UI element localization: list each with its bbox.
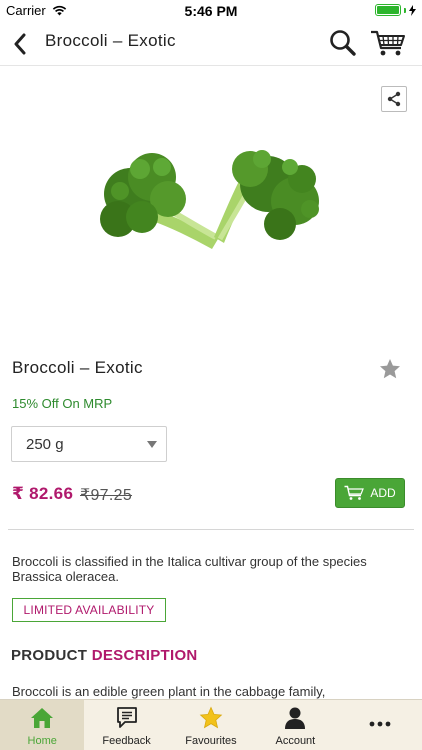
search-button[interactable] (328, 28, 358, 58)
tab-favourites[interactable]: Favourites (169, 700, 253, 750)
more-icon (367, 712, 393, 736)
tab-feedback[interactable]: Feedback (84, 700, 168, 750)
add-button-label: ADD (370, 486, 396, 500)
share-button[interactable] (381, 86, 407, 112)
status-right (375, 4, 416, 16)
charging-bolt-icon (409, 4, 416, 16)
favourite-button[interactable] (378, 357, 402, 381)
feedback-icon (114, 706, 140, 730)
selling-price: ₹ 82.66 (12, 484, 74, 503)
section-title-part1: PRODUCT (11, 647, 92, 664)
account-icon (282, 706, 308, 730)
back-chevron-icon (14, 33, 26, 55)
divider (8, 529, 414, 530)
cart-button[interactable] (370, 28, 406, 58)
tab-home-label: Home (27, 735, 57, 747)
battery-icon (375, 4, 401, 16)
section-title: PRODUCT DESCRIPTION (11, 647, 198, 664)
product-image-area (0, 67, 422, 337)
status-bar: Carrier 5:46 PM (0, 0, 422, 22)
add-to-cart-button[interactable]: ADD (335, 478, 405, 508)
status-time: 5:46 PM (184, 3, 238, 19)
search-icon (330, 30, 356, 56)
quantity-value: 250 g (26, 435, 64, 453)
product-name: Broccoli – Exotic (12, 358, 143, 377)
mrp-price: ₹97.25 (80, 487, 133, 504)
quantity-dropdown[interactable]: 250 g (11, 426, 167, 462)
home-icon (29, 706, 55, 730)
availability-badge: LIMITED AVAILABILITY (12, 598, 166, 622)
short-description: Broccoli is classified in the Italica cu… (12, 554, 367, 584)
battery-tip (404, 7, 406, 13)
tab-more[interactable] (338, 700, 422, 750)
product-image (100, 150, 319, 249)
nav-title: Broccoli – Exotic (45, 31, 176, 50)
section-title-part2: DESCRIPTION (91, 647, 198, 664)
star-icon (380, 359, 400, 379)
dropdown-arrow-icon (147, 441, 157, 448)
nav-bar: Broccoli – Exotic (0, 22, 422, 66)
tab-account-label: Account (275, 735, 316, 747)
tab-home[interactable]: Home (0, 700, 85, 750)
discount-text: 15% Off On MRP (12, 396, 113, 411)
tab-bar: Home Feedback Favourites Account (0, 699, 422, 750)
cart-icon (371, 30, 405, 56)
share-icon (387, 91, 401, 107)
cart-icon (344, 485, 365, 500)
product-description-text: Broccoli is an edible green plant in the… (12, 684, 326, 699)
tab-feedback-label: Feedback (102, 735, 151, 747)
back-button[interactable] (6, 28, 34, 60)
star-icon (198, 706, 224, 730)
tab-account[interactable]: Account (253, 700, 337, 750)
tab-favourites-label: Favourites (185, 735, 237, 747)
